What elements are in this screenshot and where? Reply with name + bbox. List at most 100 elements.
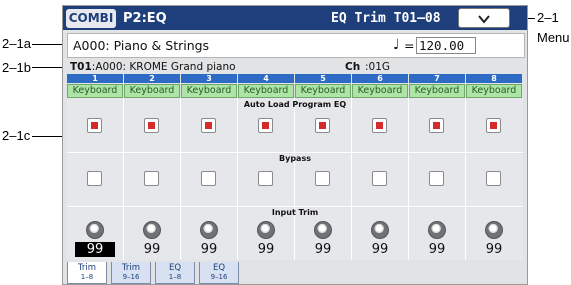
eq-trim-grid: 1 Keyboard 99 2 Keyboard 99 3 Keyboard 99 4 Keyboa… [67,74,523,260]
input-trim-knob-icon[interactable] [200,221,218,239]
input-trim-value[interactable]: 99 [474,242,514,257]
tab-4[interactable]: EQ 9–16 [199,262,239,284]
input-trim-knob-icon[interactable] [257,221,275,239]
column-header: 1 [67,74,123,83]
screen: COMBI P2:EQ EQ Trim T01–08 A000: Piano &… [62,5,528,285]
keyboard-cell[interactable]: Keyboard [181,84,237,98]
tab-1[interactable]: Trim 1–8 [67,262,107,284]
keyboard-cell[interactable]: Keyboard [409,84,465,98]
tab-sublabel: 1–8 [80,273,94,281]
tab-sublabel: 9–16 [122,273,140,281]
keyboard-cell[interactable]: Keyboard [238,84,294,98]
tab-sublabel: 1–8 [168,273,182,281]
bypass-checkbox[interactable] [315,171,330,186]
column-divider [237,98,238,260]
bypass-checkbox[interactable] [486,171,501,186]
bypass-checkbox[interactable] [372,171,387,186]
check-mark [376,122,383,129]
auto-load-checkbox[interactable] [258,118,273,133]
column-header: 7 [409,74,465,83]
keyboard-cell[interactable]: Keyboard [67,84,123,98]
input-trim-value[interactable]: 99 [132,242,172,257]
column-divider [123,98,124,260]
check-mark [148,122,155,129]
tab-2[interactable]: Trim 9–16 [111,262,151,284]
tab-label: EQ [212,263,226,273]
tempo-field[interactable]: 120.00 [416,37,476,54]
program-select-bar[interactable]: A000: Piano & Strings ♩ = 120.00 [67,33,525,58]
callout-timbre-row: 2–1b [2,60,31,75]
section-label-bypass: Bypass [279,154,311,163]
callout-menu-word: Menu [537,30,570,45]
tab-3[interactable]: EQ 1–8 [155,262,195,284]
input-trim-knob-icon[interactable] [428,221,446,239]
section-label-input-trim: Input Trim [271,208,319,217]
bypass-checkbox[interactable] [429,171,444,186]
input-trim-knob-icon[interactable] [143,221,161,239]
column-header: 8 [466,74,522,83]
auto-load-checkbox[interactable] [144,118,159,133]
tempo-note-icon: ♩ [393,37,400,53]
bypass-checkbox[interactable] [258,171,273,186]
program-name: A000: Piano & Strings [73,38,210,53]
auto-load-checkbox[interactable] [372,118,387,133]
column-divider [180,98,181,260]
chevron-down-icon [478,15,490,24]
bypass-checkbox[interactable] [201,171,216,186]
page-label: P2:EQ [123,11,167,26]
input-trim-knob-icon[interactable] [485,221,503,239]
check-mark [262,122,269,129]
column-divider [408,98,409,260]
input-trim-value[interactable]: 99 [303,242,343,257]
keyboard-cell[interactable]: Keyboard [295,84,351,98]
column-header: 3 [181,74,237,83]
bypass-checkbox[interactable] [144,171,159,186]
menu-button[interactable] [458,8,510,28]
input-trim-value[interactable]: 99 [189,242,229,257]
callout-grid: 2–1c [2,128,31,143]
callout-menu-number: 2–1 [537,10,559,25]
callout-line-grid [32,136,62,137]
page-title: EQ Trim T01–08 [331,11,441,26]
tab-sublabel: 9–16 [210,273,228,281]
input-trim-value[interactable]: 99 [246,242,286,257]
input-trim-value[interactable]: 99 [75,242,115,257]
section-label-auto-load: Auto Load Program EQ [243,100,347,109]
column-header: 5 [295,74,351,83]
input-trim-knob-icon[interactable] [371,221,389,239]
tempo-equals: = [404,38,415,53]
bypass-checkbox[interactable] [87,171,102,186]
check-mark [319,122,326,129]
check-mark [490,122,497,129]
timbre-number: T01 [70,61,92,73]
check-mark [91,122,98,129]
auto-load-checkbox[interactable] [315,118,330,133]
tab-label: EQ [168,263,182,273]
timbre-info-bar: T01:A000: KROME Grand piano Ch :01G [67,61,525,74]
column-header: 4 [238,74,294,83]
input-trim-knob-icon[interactable] [314,221,332,239]
section-divider [67,152,523,153]
auto-load-checkbox[interactable] [87,118,102,133]
tab-label: Trim [77,263,97,273]
timbre-program: :A000: KROME Grand piano [91,61,236,73]
check-mark [205,122,212,129]
check-mark [433,122,440,129]
timbre-info: T01:A000: KROME Grand piano [70,61,236,74]
auto-load-checkbox[interactable] [201,118,216,133]
input-trim-knob-icon[interactable] [86,221,104,239]
auto-load-checkbox[interactable] [486,118,501,133]
input-trim-value[interactable]: 99 [360,242,400,257]
keyboard-cell[interactable]: Keyboard [124,84,180,98]
column-divider [465,98,466,260]
page-tab-bar: Trim 1–8 Trim 9–16 EQ 1–8 EQ 9–16 [63,262,527,284]
auto-load-checkbox[interactable] [429,118,444,133]
column-divider [294,98,295,260]
keyboard-cell[interactable]: Keyboard [352,84,408,98]
keyboard-cell[interactable]: Keyboard [466,84,522,98]
column-header: 6 [352,74,408,83]
input-trim-value[interactable]: 99 [417,242,457,257]
mode-tab[interactable]: COMBI [66,9,116,28]
section-divider [67,206,523,207]
callout-line-program-row [32,44,62,45]
